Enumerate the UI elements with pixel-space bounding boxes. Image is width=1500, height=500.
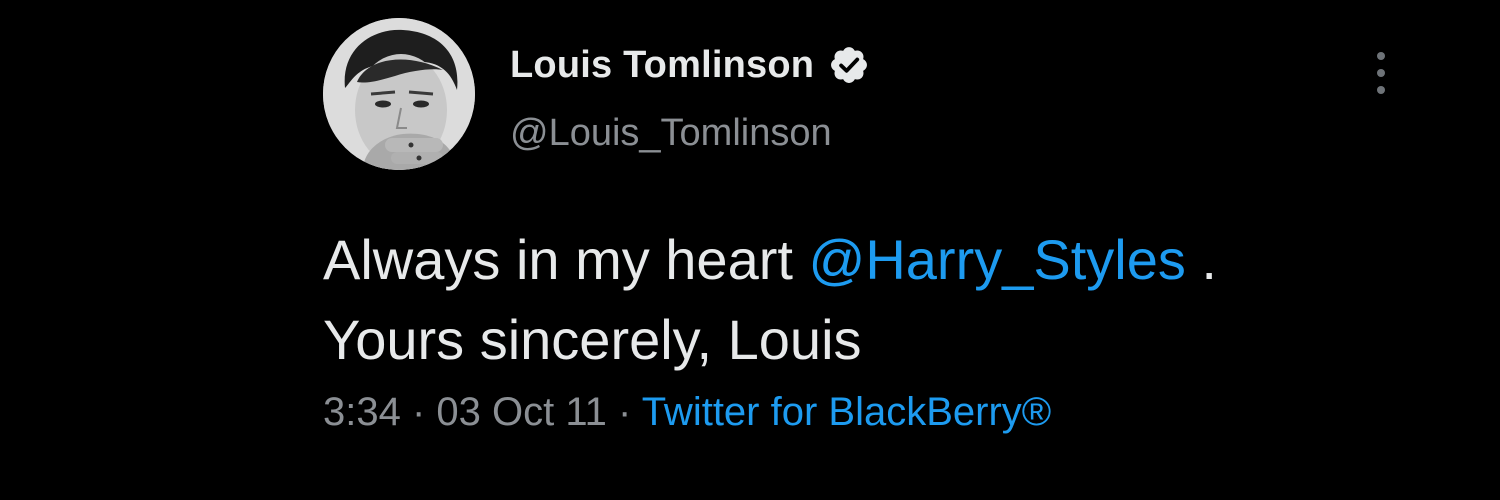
- tweet-text: Always in my heart @Harry_Styles . Yours…: [323, 220, 1423, 380]
- verified-badge-icon: [828, 44, 870, 86]
- meta-separator: ·: [606, 390, 642, 434]
- more-dot: [1377, 86, 1385, 94]
- profile-photo: [323, 18, 475, 170]
- tweet-time[interactable]: 3:34: [323, 390, 401, 434]
- mention-link[interactable]: @Harry_Styles: [809, 228, 1186, 291]
- tweet-meta: 3:34 · 03 Oct 11 · Twitter for BlackBerr…: [323, 390, 1051, 435]
- author-handle[interactable]: @Louis_Tomlinson: [510, 112, 832, 155]
- tweet: Louis Tomlinson @Louis_Tomlinson Always …: [0, 0, 1500, 500]
- tweet-text-suffix: .: [1185, 228, 1217, 291]
- avatar[interactable]: [323, 18, 475, 170]
- tweet-text-line-1: Always in my heart @Harry_Styles .: [323, 220, 1423, 300]
- tweet-text-prefix: Always in my heart: [323, 228, 809, 291]
- more-dot: [1377, 52, 1385, 60]
- author-name-row: Louis Tomlinson: [510, 40, 870, 90]
- tweet-text-line-2: Yours sincerely, Louis: [323, 308, 862, 371]
- display-name[interactable]: Louis Tomlinson: [510, 44, 814, 87]
- more-dot: [1377, 69, 1385, 77]
- tweet-source-link[interactable]: Twitter for BlackBerry®: [642, 390, 1052, 434]
- meta-separator: ·: [400, 390, 437, 434]
- more-vertical-icon[interactable]: [1366, 52, 1396, 94]
- tweet-date[interactable]: 03 Oct 11: [436, 390, 606, 434]
